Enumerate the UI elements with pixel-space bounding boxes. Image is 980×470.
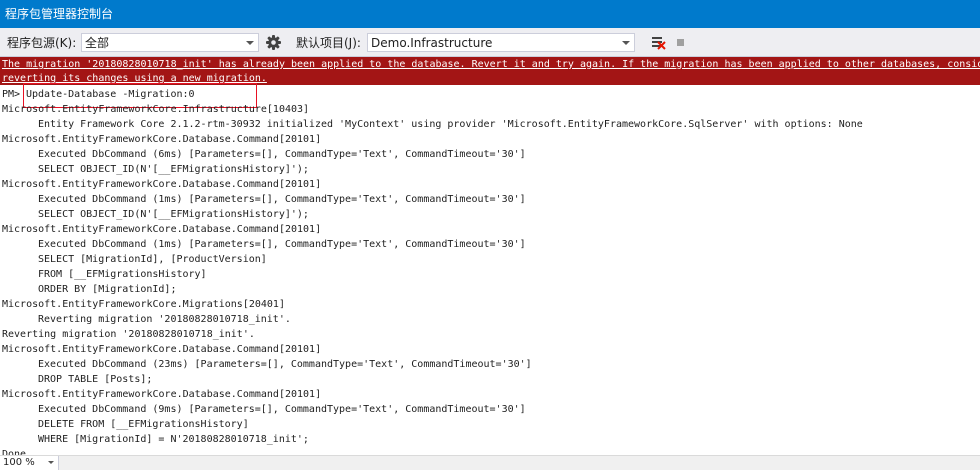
error-line: The migration '20180828010718_init' has … [0, 57, 980, 72]
console-output[interactable]: The migration '20180828010718_init' has … [0, 57, 980, 455]
log-line: Reverting migration '20180828010718_init… [38, 314, 291, 325]
error-text: The migration '20180828010718_init' has … [2, 59, 980, 70]
log-line: Microsoft.EntityFrameworkCore.Infrastruc… [2, 104, 310, 115]
log-line: Done. [2, 449, 33, 455]
zoom-level: 100 % [3, 457, 35, 468]
log-line: WHERE [MigrationId] = N'20180828010718_i… [38, 434, 309, 445]
package-source-label: 程序包源(K): [7, 36, 77, 50]
default-project-value: Demo.Infrastructure [371, 36, 493, 50]
gear-icon [266, 35, 281, 50]
package-source-value: 全部 [85, 36, 110, 50]
log-line: ORDER BY [MigrationId]; [38, 284, 177, 295]
console-prompt: PM> [2, 89, 21, 100]
clear-console-button[interactable] [649, 33, 668, 52]
log-line: Executed DbCommand (1ms) [Parameters=[],… [38, 239, 526, 250]
log-line: Microsoft.EntityFrameworkCore.Database.C… [2, 134, 322, 145]
log-line: Microsoft.EntityFrameworkCore.Migrations… [2, 299, 285, 310]
package-settings-button[interactable] [264, 33, 283, 52]
zoom-dropdown[interactable]: 100 % [0, 456, 59, 470]
stop-button[interactable] [671, 33, 690, 52]
log-line: Microsoft.EntityFrameworkCore.Database.C… [2, 344, 322, 355]
stop-icon [677, 39, 684, 46]
default-project-dropdown[interactable]: Demo.Infrastructure [367, 33, 635, 52]
log-line: Reverting migration '20180828010718_init… [2, 329, 255, 340]
status-bar: 100 % [0, 455, 980, 470]
chevron-down-icon [246, 41, 254, 45]
log-line: Executed DbCommand (6ms) [Parameters=[],… [38, 149, 526, 160]
window-title: 程序包管理器控制台 [5, 7, 114, 21]
log-line: Entity Framework Core 2.1.2-rtm-30932 in… [38, 119, 863, 130]
log-line: DROP TABLE [Posts]; [38, 374, 153, 385]
log-line: Executed DbCommand (1ms) [Parameters=[],… [38, 194, 526, 205]
toolbar: 程序包源(K): 全部 默认项目(J): Demo.Infrastructure [0, 28, 980, 57]
log-line: FROM [__EFMigrationsHistory] [38, 269, 207, 280]
log-line: Microsoft.EntityFrameworkCore.Database.C… [2, 389, 322, 400]
log-line: SELECT OBJECT_ID(N'[__EFMigrationsHistor… [38, 209, 309, 220]
package-source-dropdown[interactable]: 全部 [81, 33, 259, 52]
log-line: SELECT OBJECT_ID(N'[__EFMigrationsHistor… [38, 164, 309, 175]
log-line: Executed DbCommand (23ms) [Parameters=[]… [38, 359, 532, 370]
log-line: Microsoft.EntityFrameworkCore.Database.C… [2, 179, 322, 190]
title-bar: 程序包管理器控制台 [0, 0, 980, 28]
clear-console-icon [652, 37, 666, 50]
chevron-down-icon [622, 41, 630, 45]
default-project-label: 默认项目(J): [296, 36, 361, 50]
log-line: SELECT [MigrationId], [ProductVersion] [38, 254, 267, 265]
log-line: Executed DbCommand (9ms) [Parameters=[],… [38, 404, 526, 415]
log-line: Microsoft.EntityFrameworkCore.Database.C… [2, 224, 322, 235]
chevron-down-icon [48, 461, 54, 464]
log-line: DELETE FROM [__EFMigrationsHistory] [38, 419, 249, 430]
